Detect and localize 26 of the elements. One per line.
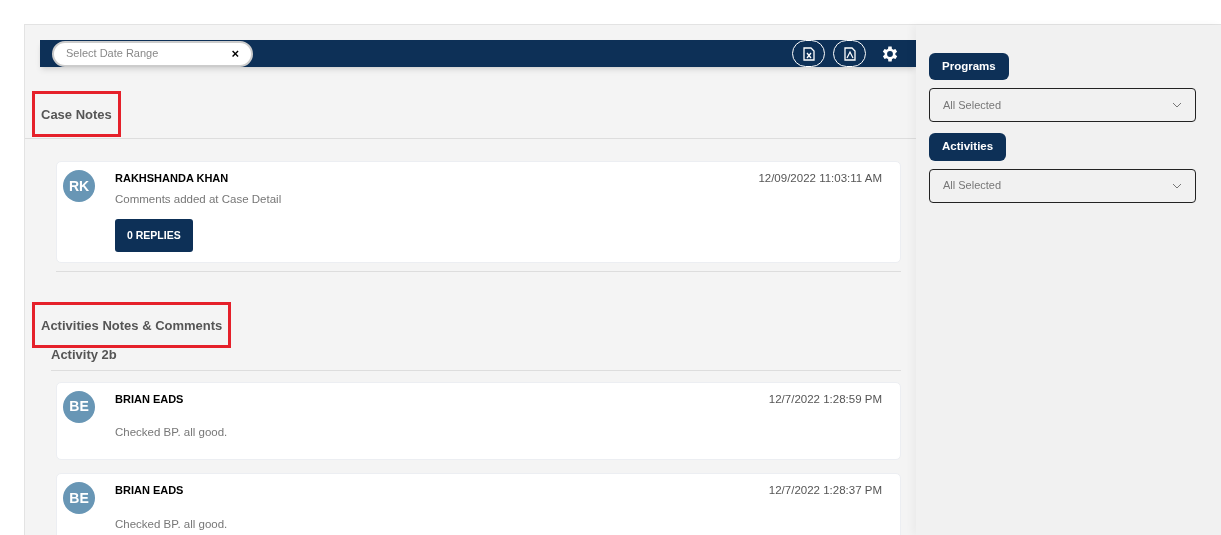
author-name: RAKHSHANDA KHAN — [115, 171, 229, 186]
filter-label: Programs — [929, 53, 1009, 81]
date-range-field[interactable]: Select Date Range × — [52, 40, 253, 67]
avatar: BE — [63, 482, 95, 515]
comment-text: Checked BP. all good. — [115, 425, 229, 440]
timestamp: 12/7/2022 1:28:59 PM — [768, 391, 882, 407]
timestamp: 12/09/2022 11:03:11 AM — [758, 171, 882, 186]
section-heading: Activities Notes & Comments — [41, 318, 223, 334]
author-name: BRIAN EADS — [115, 391, 184, 407]
clear-button[interactable]: × — [231, 43, 239, 64]
filter-dropdown[interactable]: All Selected — [929, 88, 1196, 123]
chevron-down-icon — [1172, 182, 1182, 189]
replies-button[interactable]: 0 REPLIES — [115, 218, 193, 253]
comment-text: Comments added at Case Detail — [115, 192, 283, 208]
comment-text: Checked BP. all good. — [115, 516, 229, 532]
timestamp: 12/7/2022 1:28:37 PM — [768, 483, 882, 499]
avatar: BE — [63, 390, 95, 423]
chevron-down-icon — [1172, 102, 1182, 109]
filter-dropdown[interactable]: All Selected — [929, 168, 1196, 203]
filter-label: Activities — [929, 133, 1007, 161]
spreadsheet-file-icon — [802, 46, 815, 61]
activity-title: Activity 2b — [51, 346, 118, 365]
section-heading: Case Notes — [41, 107, 112, 122]
author-name: BRIAN EADS — [115, 483, 184, 499]
pdf-file-icon — [843, 46, 856, 61]
avatar: RK — [63, 170, 95, 202]
